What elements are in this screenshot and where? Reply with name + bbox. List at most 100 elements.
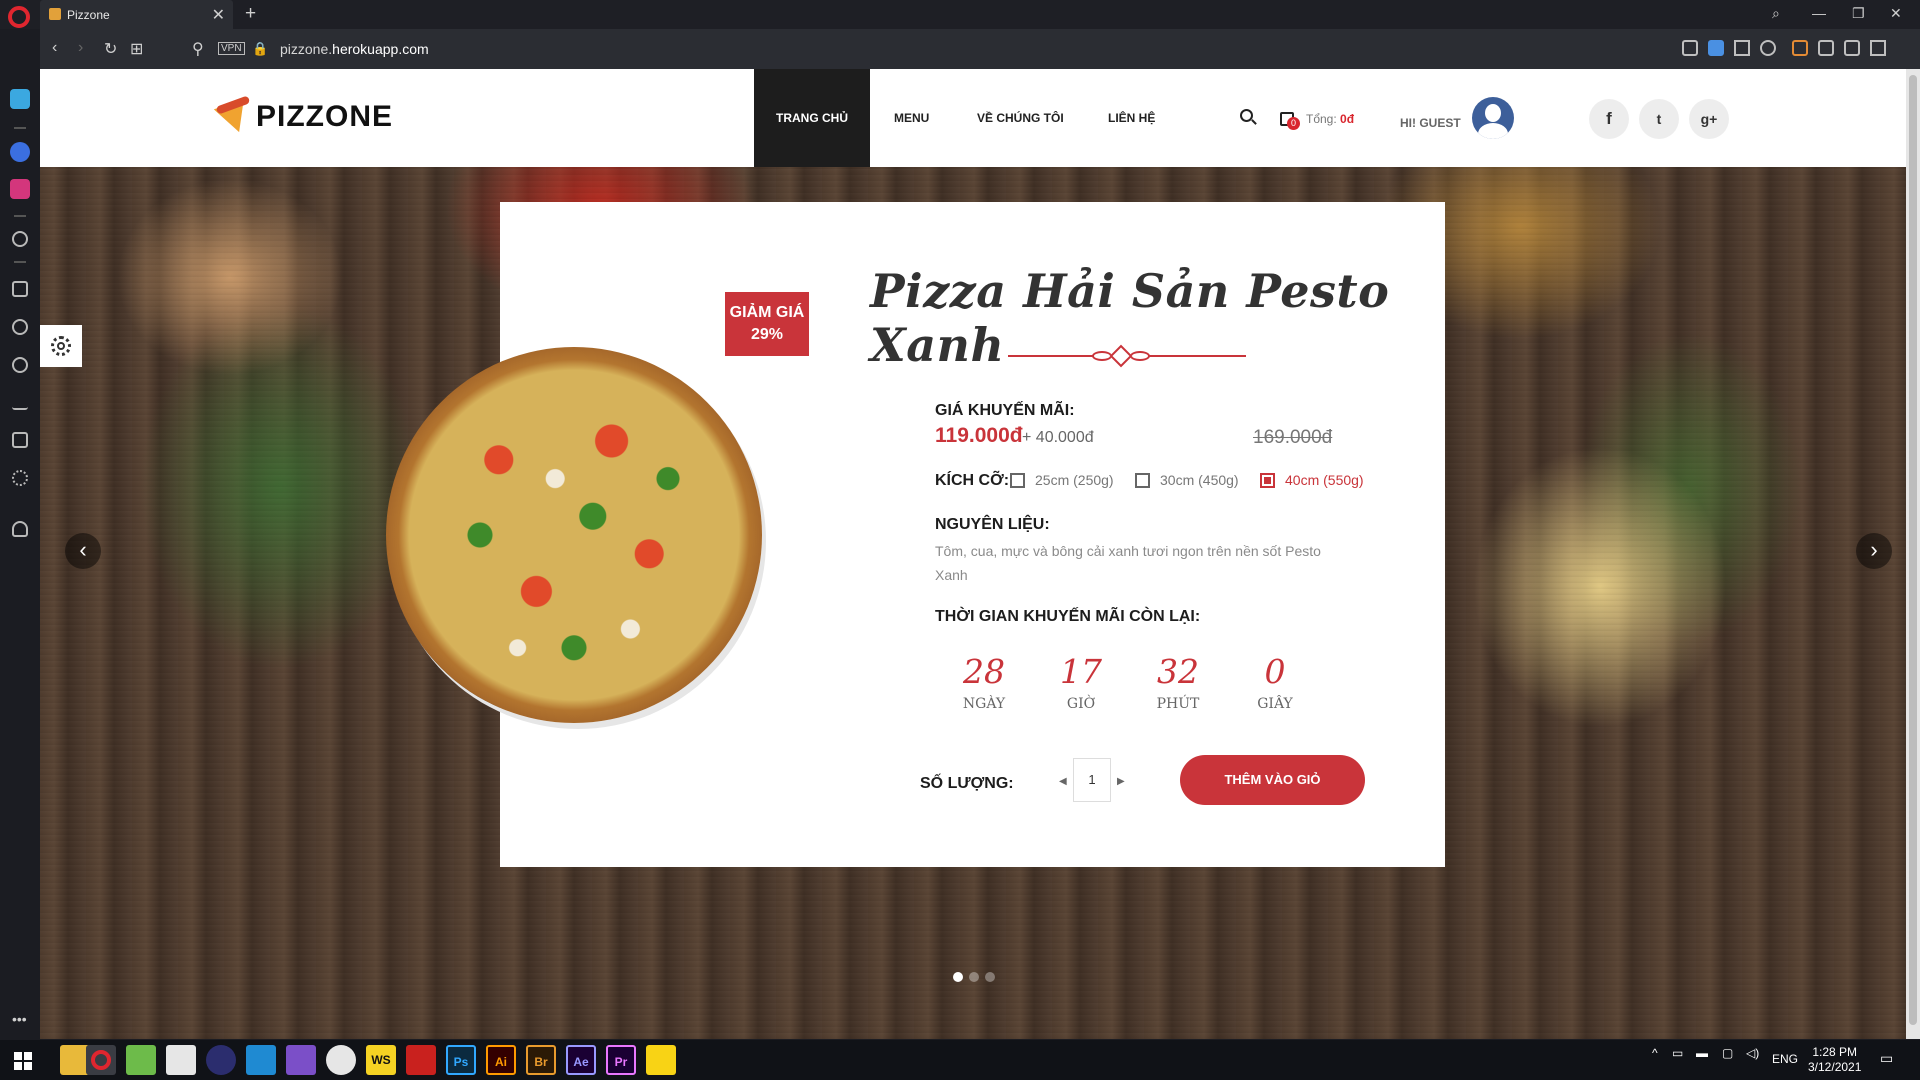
nav-menu[interactable]: MENU bbox=[894, 69, 929, 167]
snapshot-icon[interactable] bbox=[1682, 40, 1698, 56]
back-button[interactable]: ‹ bbox=[52, 39, 57, 57]
tray-battery-icon[interactable]: ▬ bbox=[1696, 1046, 1708, 1060]
page-viewport: PIZZONE TRANG CHỦ MENU VỀ CHÚNG TÔI LIÊN… bbox=[40, 69, 1906, 1039]
nav-contact[interactable]: LIÊN HỆ bbox=[1108, 69, 1155, 167]
nav-about[interactable]: VỀ CHÚNG TÔI bbox=[977, 69, 1064, 167]
vpn-badge[interactable]: VPN bbox=[218, 42, 245, 55]
reload-button[interactable]: ↻ bbox=[104, 39, 117, 59]
downloads-icon[interactable] bbox=[12, 394, 28, 410]
slider-prev-button[interactable]: ‹ bbox=[65, 533, 101, 569]
theme-settings-button[interactable] bbox=[40, 325, 82, 367]
settings-icon[interactable] bbox=[12, 470, 28, 486]
size-option-25cm[interactable]: 25cm (250g) bbox=[1010, 472, 1114, 488]
notepad-icon[interactable] bbox=[126, 1045, 156, 1075]
promo-price-label: GIÁ KHUYẾN MÃI: bbox=[935, 402, 1075, 419]
url-domain: herokuapp.com bbox=[332, 41, 429, 57]
tray-network-icon[interactable]: ▭ bbox=[1672, 1046, 1683, 1060]
site-logo[interactable]: PIZZONE bbox=[213, 95, 394, 138]
user-avatar[interactable] bbox=[1472, 97, 1514, 139]
messenger-icon[interactable] bbox=[10, 142, 30, 162]
windows-start-icon[interactable] bbox=[14, 1052, 32, 1070]
acrobat-icon[interactable] bbox=[406, 1045, 436, 1075]
google-plus-icon[interactable]: g+ bbox=[1689, 99, 1729, 139]
extension-icon[interactable] bbox=[1792, 40, 1808, 56]
minimize-button[interactable]: — bbox=[1812, 5, 1826, 21]
tray-display-icon[interactable]: ▢ bbox=[1722, 1046, 1733, 1060]
size-option-30cm[interactable]: 30cm (450g) bbox=[1135, 472, 1239, 488]
tab-close-icon[interactable]: ✕ bbox=[212, 5, 225, 25]
size-checkbox[interactable] bbox=[1010, 472, 1025, 488]
input-language[interactable]: ENG bbox=[1772, 1052, 1798, 1066]
cart-icon[interactable]: 0 bbox=[1280, 107, 1300, 130]
heart-icon[interactable] bbox=[1760, 40, 1776, 56]
size-checkbox-checked[interactable] bbox=[1260, 472, 1275, 488]
ingredients-text: Tôm, cua, mực và bông cải xanh tươi ngon… bbox=[935, 543, 1321, 583]
extensions-cube-icon[interactable] bbox=[12, 432, 28, 448]
visual-studio-icon[interactable] bbox=[286, 1045, 316, 1075]
after-effects-icon[interactable]: Ae bbox=[566, 1045, 596, 1075]
url-field[interactable]: pizzone.herokuapp.com bbox=[280, 41, 429, 57]
send-icon[interactable] bbox=[1734, 40, 1750, 56]
discount-label: GIẢM GIÁ bbox=[729, 304, 805, 321]
eclipse-icon[interactable] bbox=[206, 1045, 236, 1075]
quantity-input[interactable]: 1 bbox=[1073, 758, 1111, 802]
facebook-icon[interactable]: f bbox=[1589, 99, 1629, 139]
sticky-notes-icon[interactable] bbox=[646, 1045, 676, 1075]
sidebar-more-icon[interactable]: ••• bbox=[12, 1011, 27, 1027]
opera-taskbar-icon[interactable] bbox=[86, 1045, 116, 1075]
new-tab-button[interactable]: + bbox=[245, 3, 256, 25]
slider-dot[interactable] bbox=[985, 972, 995, 982]
tab-search-icon[interactable]: ⌕ bbox=[1772, 5, 1780, 22]
tray-volume-icon[interactable]: ◁) bbox=[1746, 1046, 1759, 1060]
cube-icon[interactable] bbox=[1818, 40, 1834, 56]
privacy-icon[interactable]: ⚲ bbox=[192, 39, 204, 59]
opera-menu-icon[interactable] bbox=[8, 6, 30, 28]
photoshop-icon[interactable]: Ps bbox=[446, 1045, 476, 1075]
slider-next-button[interactable]: › bbox=[1856, 533, 1892, 569]
cart-total[interactable]: Tổng: 0đ bbox=[1306, 112, 1354, 126]
forward-button[interactable]: › bbox=[78, 39, 83, 57]
speed-dial-sidebar-icon[interactable] bbox=[12, 281, 28, 297]
instagram-icon[interactable] bbox=[10, 179, 30, 199]
history-icon[interactable] bbox=[12, 357, 28, 373]
nav-home[interactable]: TRANG CHỦ bbox=[754, 69, 870, 167]
slider-dot[interactable] bbox=[969, 972, 979, 982]
bridge-icon[interactable]: Br bbox=[526, 1045, 556, 1075]
adblock-shield-icon[interactable] bbox=[1708, 40, 1724, 56]
close-window-button[interactable]: ✕ bbox=[1890, 5, 1902, 22]
countdown-value: 17 bbox=[1060, 652, 1102, 691]
add-to-cart-button[interactable]: THÊM VÀO GIỎ bbox=[1180, 755, 1365, 805]
size-checkbox[interactable] bbox=[1135, 472, 1150, 488]
speed-dial-icon[interactable]: ⊞ bbox=[130, 39, 143, 59]
bookmarks-heart-icon[interactable] bbox=[12, 319, 28, 335]
logo-text: PIZZONE bbox=[256, 100, 394, 133]
download-icon[interactable] bbox=[1844, 40, 1860, 56]
restore-button[interactable]: ❐ bbox=[1852, 5, 1865, 22]
quantity-decrease-button[interactable]: ◀ bbox=[1059, 776, 1067, 787]
old-price: 169.000đ bbox=[1253, 427, 1333, 448]
countdown-unit: NGÀY bbox=[962, 696, 1006, 712]
size-option-40cm[interactable]: 40cm (550g) bbox=[1260, 472, 1364, 488]
countdown-value: 0 bbox=[1264, 652, 1286, 691]
quantity-label: SỐ LƯỢNG: bbox=[920, 775, 1014, 792]
tips-bulb-icon[interactable] bbox=[12, 521, 28, 537]
wordpress-icon[interactable] bbox=[326, 1045, 356, 1075]
premiere-icon[interactable]: Pr bbox=[606, 1045, 636, 1075]
twitter-icon[interactable]: t bbox=[1639, 99, 1679, 139]
vscode-icon[interactable] bbox=[246, 1045, 276, 1075]
slider-dot[interactable] bbox=[953, 972, 963, 982]
page-scrollbar[interactable] bbox=[1906, 69, 1920, 1039]
files-icon[interactable] bbox=[166, 1045, 196, 1075]
scrollbar-thumb[interactable] bbox=[1909, 75, 1917, 1025]
quantity-increase-button[interactable]: ▶ bbox=[1117, 776, 1125, 787]
easy-setup-icon[interactable] bbox=[1870, 40, 1886, 56]
webstorm-icon[interactable]: WS bbox=[366, 1045, 396, 1075]
tray-chevron-icon[interactable]: ^ bbox=[1652, 1046, 1658, 1060]
notifications-icon[interactable]: ▭ bbox=[1880, 1050, 1893, 1067]
illustrator-icon[interactable]: Ai bbox=[486, 1045, 516, 1075]
player-icon[interactable] bbox=[12, 231, 28, 247]
browser-tab[interactable]: Pizzone ✕ bbox=[40, 0, 233, 29]
taskbar-clock[interactable]: 1:28 PM 3/12/2021 bbox=[1808, 1045, 1861, 1075]
sidebar-heart-app-icon[interactable] bbox=[10, 89, 30, 109]
search-icon[interactable] bbox=[1240, 109, 1258, 127]
